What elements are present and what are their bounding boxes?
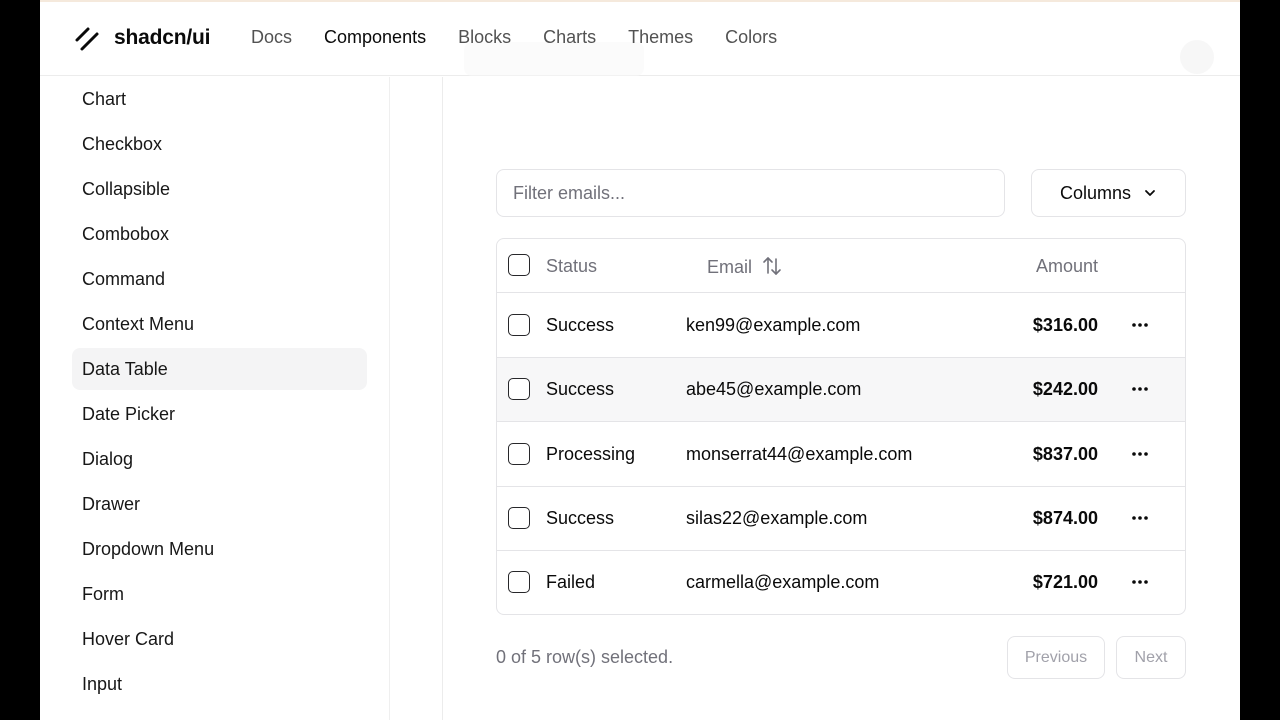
more-actions-icon[interactable] — [1129, 314, 1151, 336]
more-actions-icon[interactable] — [1129, 571, 1151, 593]
table-row[interactable]: Failed carmella@example.com $721.00 — [497, 551, 1185, 614]
table-row[interactable]: Success ken99@example.com $316.00 — [497, 293, 1185, 358]
columns-button[interactable]: Columns — [1031, 169, 1186, 217]
columns-button-label: Columns — [1059, 182, 1132, 203]
email-cell: monserrat44@example.com — [686, 444, 913, 464]
brand-name[interactable]: shadcn/ui — [114, 26, 210, 50]
nav-docs[interactable]: Docs — [251, 27, 292, 48]
nav-components[interactable]: Components — [324, 27, 426, 48]
status-cell: Success — [546, 508, 615, 528]
nav-blocks[interactable]: Blocks — [458, 27, 511, 48]
sidebar-item-dropdown-menu[interactable]: Dropdown Menu — [72, 528, 367, 570]
data-table: Status Email Amount Success ken99@exampl… — [496, 238, 1186, 615]
header-email: Email — [707, 257, 753, 277]
filter-emails-input[interactable] — [496, 169, 1005, 217]
nav-colors[interactable]: Colors — [725, 27, 777, 48]
sidebar-item-date-picker[interactable]: Date Picker — [72, 393, 367, 435]
more-actions-icon[interactable] — [1129, 443, 1151, 465]
header-amount: Amount — [1035, 256, 1098, 276]
sidebar-item-hover-card[interactable]: Hover Card — [72, 618, 367, 660]
header-email-sort-button[interactable]: Email — [707, 256, 782, 278]
table-row[interactable]: Processing monserrat44@example.com $837.… — [497, 422, 1185, 487]
amount-cell: $242.00 — [1032, 379, 1098, 399]
email-cell: abe45@example.com — [686, 379, 862, 399]
nav-themes[interactable]: Themes — [628, 27, 693, 48]
amount-cell: $874.00 — [1032, 508, 1098, 528]
sidebar-item-command[interactable]: Command — [72, 258, 367, 300]
sidebar-item-input[interactable]: Input — [72, 663, 367, 705]
email-cell: carmella@example.com — [686, 572, 880, 592]
site-header: shadcn/ui Docs Components Blocks Charts … — [40, 2, 1240, 76]
sidebar-item-combobox[interactable]: Combobox — [72, 213, 367, 255]
sidebar-item-chart[interactable]: Chart — [72, 78, 367, 120]
amount-cell: $721.00 — [1032, 572, 1098, 592]
theme-toggle-ghost — [1180, 40, 1214, 74]
status-cell: Success — [546, 379, 615, 399]
page: shadcn/ui Docs Components Blocks Charts … — [40, 0, 1240, 720]
chevron-down-icon — [1145, 190, 1155, 196]
sort-arrows-icon — [763, 257, 781, 275]
email-cell: silas22@example.com — [686, 508, 868, 528]
row-checkbox[interactable] — [508, 571, 530, 593]
more-actions-icon[interactable] — [1129, 507, 1151, 529]
header-status: Status — [546, 256, 598, 276]
select-all-checkbox[interactable] — [508, 254, 530, 276]
status-cell: Processing — [546, 444, 636, 464]
email-cell: ken99@example.com — [686, 315, 861, 335]
table-header-row: Status Email Amount — [497, 239, 1185, 293]
amount-cell: $837.00 — [1032, 444, 1098, 464]
sidebar-item-checkbox[interactable]: Checkbox — [72, 123, 367, 165]
logo-icon[interactable] — [74, 26, 100, 52]
main-nav: Docs Components Blocks Charts Themes Col… — [251, 27, 809, 48]
status-cell: Failed — [546, 572, 596, 592]
content-divider — [442, 77, 443, 720]
table-row[interactable]: Success abe45@example.com $242.00 — [497, 358, 1185, 422]
selection-status: 0 of 5 row(s) selected. — [496, 647, 674, 667]
next-button[interactable]: Next — [1116, 636, 1186, 679]
sidebar-item-dialog[interactable]: Dialog — [72, 438, 367, 480]
row-checkbox[interactable] — [508, 507, 530, 529]
sidebar-item-form[interactable]: Form — [72, 573, 367, 615]
sidebar-item-drawer[interactable]: Drawer — [72, 483, 367, 525]
table-row[interactable]: Success silas22@example.com $874.00 — [497, 487, 1185, 551]
status-cell: Success — [546, 315, 615, 335]
nav-charts[interactable]: Charts — [543, 27, 596, 48]
row-checkbox[interactable] — [508, 378, 530, 400]
sidebar-item-context-menu[interactable]: Context Menu — [72, 303, 367, 345]
amount-cell: $316.00 — [1032, 315, 1098, 335]
row-checkbox[interactable] — [508, 443, 530, 465]
sidebar: Chart Checkbox Collapsible Combobox Comm… — [40, 77, 390, 720]
row-checkbox[interactable] — [508, 314, 530, 336]
sidebar-item-data-table[interactable]: Data Table — [72, 348, 367, 390]
sidebar-item-collapsible[interactable]: Collapsible — [72, 168, 367, 210]
more-actions-icon[interactable] — [1129, 378, 1151, 400]
previous-button[interactable]: Previous — [1007, 636, 1105, 679]
